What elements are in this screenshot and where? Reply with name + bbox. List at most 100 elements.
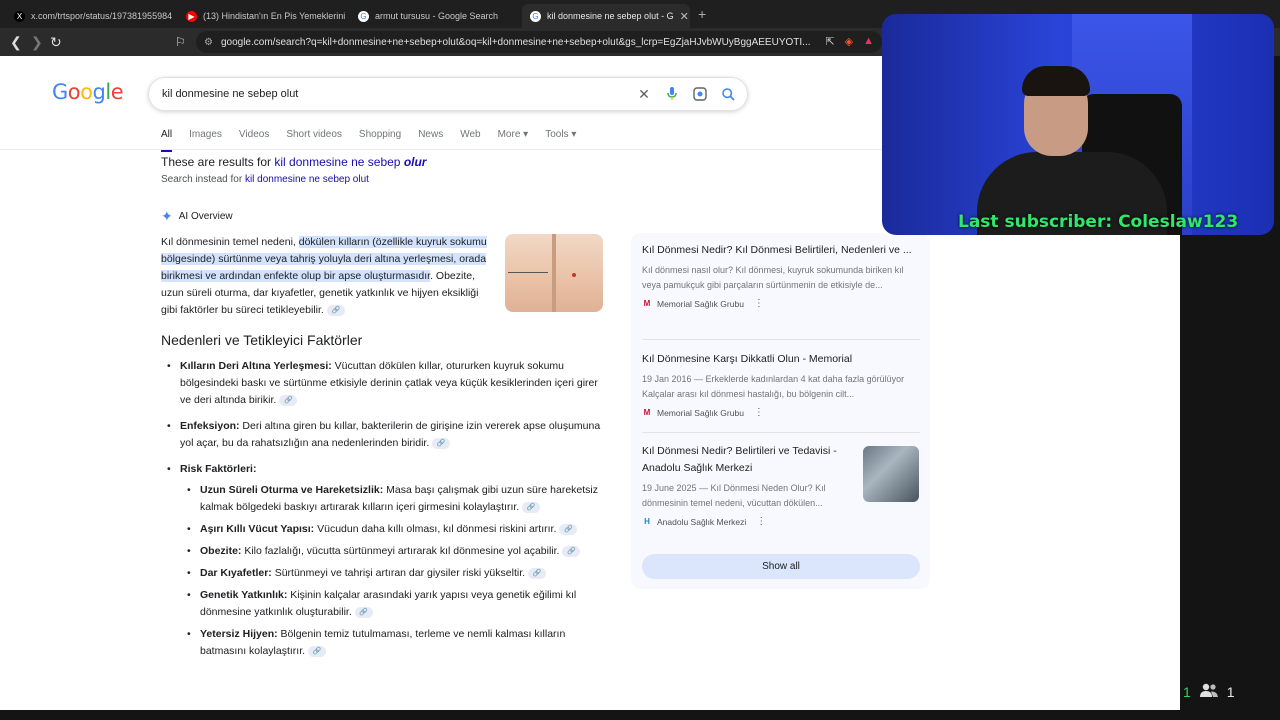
url-text: google.com/search?q=kil+donmesine+ne+seb… <box>220 36 811 48</box>
tab-more-label: More <box>497 129 521 140</box>
source-site: M Memorial Sağlık Grubu ⋮ <box>642 407 922 418</box>
more-options-icon[interactable]: ⋮ <box>756 516 766 527</box>
item-title: Enfeksiyon: <box>180 420 240 432</box>
corrected-query-link[interactable]: kil donmesine ne sebep olur <box>274 155 426 169</box>
source-title[interactable]: Kıl Dönmesi Nedir? Kıl Dönmesi Belirtile… <box>642 242 922 259</box>
sources-panel: Kıl Dönmesi Nedir? Kıl Dönmesi Belirtile… <box>631 233 930 589</box>
viewer-count-a: 1 <box>1183 683 1191 700</box>
rewards-icon[interactable]: ▲ <box>863 35 874 48</box>
item-title: Yetersiz Hijyen: <box>200 628 278 640</box>
source-site: H Anadolu Sağlık Merkezi ⋮ <box>642 516 852 527</box>
tab-title: kil donmesine ne sebep olut - G <box>547 11 674 21</box>
ai-overview-header: ✦ AI Overview <box>161 208 233 225</box>
list-item: Kılların Deri Altına Yerleşmesi: Vücutta… <box>161 358 601 409</box>
source-site-name: Memorial Sağlık Grubu <box>657 298 744 309</box>
source-snippet: 19 June 2025 — Kıl Dönmesi Neden Olur? K… <box>642 483 826 508</box>
browser-tab[interactable]: G armut tursusu - Google Search <box>350 4 518 28</box>
memorial-favicon-icon: M <box>643 299 651 308</box>
lens-icon[interactable] <box>693 85 707 103</box>
viewer-count: 1 1 <box>1183 683 1235 700</box>
link-icon[interactable]: 🔗 <box>559 523 578 535</box>
sub-list-item: Dar Kıyafetler: Sürtünmeyi ve tahrişi ar… <box>161 565 601 582</box>
tab-title: armut tursusu - Google Search <box>375 11 499 21</box>
browser-tab[interactable]: X x.com/trtspor/status/197381955984 <box>6 4 174 28</box>
sub-list-item: Uzun Süreli Oturma ve Hareketsizlik: Mas… <box>161 482 601 516</box>
correction-prefix: These are results for <box>161 155 275 169</box>
viewer-count-b: 1 <box>1226 683 1235 700</box>
sub-list-item: Yetersiz Hijyen: Bölgenin temiz tutulmam… <box>161 626 601 660</box>
link-icon[interactable]: 🔗 <box>308 645 327 657</box>
link-icon[interactable]: 🔗 <box>522 501 541 513</box>
close-tab-icon[interactable]: ✕ <box>680 10 689 23</box>
item-text: Kilo fazlalığı, vücutta sürtünmeyi artır… <box>241 545 560 557</box>
site-info-icon[interactable]: ⚙ <box>204 37 213 48</box>
users-icon <box>1199 683 1219 700</box>
show-all-button[interactable]: Show all <box>642 554 920 579</box>
forward-icon[interactable]: ❯ <box>31 34 43 50</box>
source-site-name: Anadolu Sağlık Merkezi <box>657 516 747 527</box>
original-query-link[interactable]: kil donmesine ne sebep olut <box>245 174 369 185</box>
brave-shield-icon[interactable]: ◈ <box>845 35 853 48</box>
last-subscriber-text: Last subscriber: Coleslaw123 <box>958 212 1239 232</box>
link-icon[interactable]: 🔗 <box>279 394 298 406</box>
google-logo[interactable]: Google <box>52 80 124 104</box>
source-snippet: 19 Jan 2016 — Erkeklerde kadınlardan 4 k… <box>642 374 905 399</box>
source-site: M Memorial Sağlık Grubu ⋮ <box>642 298 922 309</box>
search-instead-prefix: Search instead for <box>161 174 245 185</box>
anadolu-favicon-icon: H <box>644 517 650 526</box>
corrected-query-plain: kil donmesine ne sebep <box>274 155 404 169</box>
address-bar-actions: ⇱ ◈ ▲ <box>825 35 874 48</box>
desktop-background-bottom <box>0 710 1180 720</box>
new-tab-icon[interactable]: + <box>698 6 706 22</box>
item-title: Uzun Süreli Oturma ve Hareketsizlik: <box>200 484 384 496</box>
address-bar[interactable]: ⚙ google.com/search?q=kil+donmesine+ne+s… <box>196 31 882 53</box>
sub-list-item: Aşırı Kıllı Vücut Yapısı: Vücudun daha k… <box>161 521 601 538</box>
item-title: Dar Kıyafetler: <box>200 567 272 579</box>
item-title: Genetik Yatkınlık: <box>200 589 288 601</box>
browser-tab[interactable]: ▶ (13) Hindistan'ın En Pis Yemeklerini Y <box>178 4 346 28</box>
microphone-icon[interactable] <box>665 85 679 103</box>
source-title[interactable]: Kıl Dönmesi Nedir? Belirtileri ve Tedavi… <box>642 443 852 477</box>
sub-list-item: Obezite: Kilo fazlalığı, vücutta sürtünm… <box>161 543 601 560</box>
search-box-icons: ✕ <box>637 85 735 103</box>
more-options-icon[interactable]: ⋮ <box>754 407 764 418</box>
source-thumbnail[interactable] <box>863 446 919 502</box>
search-icon[interactable] <box>721 85 735 103</box>
reload-icon[interactable]: ↻ <box>50 34 62 50</box>
search-input[interactable]: kil donmesine ne sebep olut ✕ <box>148 77 748 111</box>
source-card[interactable]: Kıl Dönmesine Karşı Dikkatli Olun - Memo… <box>642 351 922 418</box>
youtube-icon: ▶ <box>186 10 197 22</box>
image-detail <box>572 273 576 277</box>
browser-tab-active[interactable]: G kil donmesine ne sebep olut - G ✕ <box>522 4 690 28</box>
ai-overview-image[interactable] <box>505 234 603 312</box>
search-query-text: kil donmesine ne sebep olut <box>162 88 299 100</box>
item-title: Obezite: <box>200 545 242 557</box>
image-detail <box>508 272 548 273</box>
ai-overview-label: AI Overview <box>178 211 233 222</box>
list-item: Risk Faktörleri: <box>161 461 601 478</box>
google-icon: G <box>358 10 369 22</box>
link-icon[interactable]: 🔗 <box>528 567 547 579</box>
link-icon[interactable]: 🔗 <box>354 606 373 618</box>
bookmark-icon[interactable]: ⚐ <box>175 34 186 50</box>
source-card[interactable]: Kıl Dönmesi Nedir? Belirtileri ve Tedavi… <box>642 443 852 527</box>
item-text: Deri altına giren bu kıllar, bakterileri… <box>180 420 601 449</box>
link-icon[interactable]: 🔗 <box>562 545 581 557</box>
clear-icon[interactable]: ✕ <box>637 85 651 103</box>
back-icon[interactable]: ❮ <box>10 34 22 50</box>
source-card[interactable]: Kıl Dönmesi Nedir? Kıl Dönmesi Belirtile… <box>642 242 922 309</box>
item-title: Aşırı Kıllı Vücut Yapısı: <box>200 523 315 535</box>
more-options-icon[interactable]: ⋮ <box>754 298 764 309</box>
memorial-favicon-icon: M <box>643 408 651 417</box>
tab-tools-label: Tools <box>545 129 569 140</box>
webcam-overlay: Last subscriber: Coleslaw123 <box>882 14 1274 235</box>
source-title[interactable]: Kıl Dönmesine Karşı Dikkatli Olun - Memo… <box>642 351 922 368</box>
streamer-hair <box>1022 66 1090 96</box>
share-icon[interactable]: ⇱ <box>825 35 834 48</box>
link-icon[interactable]: 🔗 <box>326 304 345 316</box>
x-icon: X <box>14 10 25 22</box>
tab-title: x.com/trtspor/status/197381955984 <box>31 11 173 21</box>
item-title: Kılların Deri Altına Yerleşmesi: <box>180 360 332 372</box>
link-icon[interactable]: 🔗 <box>432 437 451 449</box>
spelling-correction: These are results for kil donmesine ne s… <box>161 155 426 169</box>
